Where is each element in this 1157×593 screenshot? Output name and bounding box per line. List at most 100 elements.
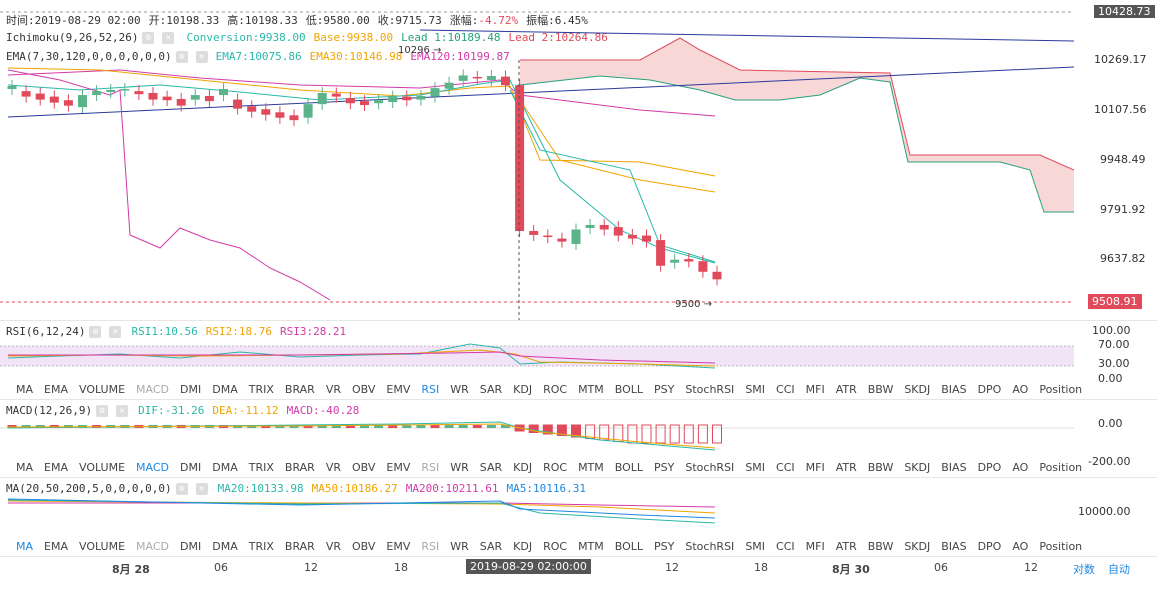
tab-emv[interactable]: EMV bbox=[386, 383, 410, 396]
tab-macd[interactable]: MACD bbox=[136, 540, 169, 553]
tab-bbw[interactable]: BBW bbox=[868, 461, 894, 474]
tab-trix[interactable]: TRIX bbox=[249, 540, 274, 553]
tab-ema[interactable]: EMA bbox=[44, 461, 68, 474]
tab-rsi[interactable]: RSI bbox=[421, 383, 439, 396]
tab-psy[interactable]: PSY bbox=[654, 383, 674, 396]
tab-boll[interactable]: BOLL bbox=[615, 461, 643, 474]
tab-bbw[interactable]: BBW bbox=[868, 383, 894, 396]
tab-roc[interactable]: ROC bbox=[543, 383, 567, 396]
tab-emv[interactable]: EMV bbox=[386, 540, 410, 553]
tab-atr[interactable]: ATR bbox=[836, 540, 857, 553]
tab-kdj[interactable]: KDJ bbox=[513, 461, 532, 474]
auto-scale-button[interactable]: 自动 bbox=[1108, 561, 1130, 577]
tab-roc[interactable]: ROC bbox=[543, 461, 567, 474]
macd-chart[interactable] bbox=[0, 418, 1074, 458]
tab-smi[interactable]: SMI bbox=[745, 461, 765, 474]
tab-mtm[interactable]: MTM bbox=[578, 383, 604, 396]
tab-trix[interactable]: TRIX bbox=[249, 383, 274, 396]
tab-mfi[interactable]: MFI bbox=[806, 383, 825, 396]
tab-obv[interactable]: OBV bbox=[352, 461, 375, 474]
tab-dpo[interactable]: DPO bbox=[978, 461, 1002, 474]
close-icon[interactable]: ✕ bbox=[116, 404, 129, 417]
tab-atr[interactable]: ATR bbox=[836, 383, 857, 396]
settings-icon[interactable]: ⚙ bbox=[96, 404, 109, 417]
tab-ema[interactable]: EMA bbox=[44, 383, 68, 396]
tab-obv[interactable]: OBV bbox=[352, 540, 375, 553]
tab-sar[interactable]: SAR bbox=[480, 461, 502, 474]
tab-vr[interactable]: VR bbox=[326, 461, 341, 474]
tab-stochrsi[interactable]: StochRSI bbox=[685, 461, 734, 474]
tab-volume[interactable]: VOLUME bbox=[79, 383, 125, 396]
tab-dma[interactable]: DMA bbox=[212, 383, 238, 396]
tab-skdj[interactable]: SKDJ bbox=[904, 383, 930, 396]
tab-mfi[interactable]: MFI bbox=[806, 540, 825, 553]
tab-dmi[interactable]: DMI bbox=[180, 540, 201, 553]
tab-cci[interactable]: CCI bbox=[776, 383, 795, 396]
tab-stochrsi[interactable]: StochRSI bbox=[685, 540, 734, 553]
tab-ao[interactable]: AO bbox=[1012, 461, 1028, 474]
settings-icon[interactable]: ⚙ bbox=[89, 325, 102, 338]
tab-position[interactable]: Position bbox=[1039, 461, 1082, 474]
ma-chart[interactable] bbox=[0, 495, 1074, 535]
candlesticks[interactable] bbox=[7, 69, 722, 286]
tab-brar[interactable]: BRAR bbox=[285, 461, 315, 474]
tab-dma[interactable]: DMA bbox=[212, 540, 238, 553]
tab-ema[interactable]: EMA bbox=[44, 540, 68, 553]
tab-mtm[interactable]: MTM bbox=[578, 540, 604, 553]
tab-skdj[interactable]: SKDJ bbox=[904, 540, 930, 553]
tab-bbw[interactable]: BBW bbox=[868, 540, 894, 553]
tab-dmi[interactable]: DMI bbox=[180, 461, 201, 474]
tab-boll[interactable]: BOLL bbox=[615, 540, 643, 553]
tab-vr[interactable]: VR bbox=[326, 540, 341, 553]
tab-obv[interactable]: OBV bbox=[352, 383, 375, 396]
tab-emv[interactable]: EMV bbox=[386, 461, 410, 474]
tab-position[interactable]: Position bbox=[1039, 540, 1082, 553]
tab-rsi[interactable]: RSI bbox=[421, 540, 439, 553]
tab-brar[interactable]: BRAR bbox=[285, 540, 315, 553]
tab-dpo[interactable]: DPO bbox=[978, 540, 1002, 553]
tab-psy[interactable]: PSY bbox=[654, 540, 674, 553]
close-icon[interactable]: ✕ bbox=[195, 482, 208, 495]
tab-macd[interactable]: MACD bbox=[136, 383, 169, 396]
tab-stochrsi[interactable]: StochRSI bbox=[685, 383, 734, 396]
tab-trix[interactable]: TRIX bbox=[249, 461, 274, 474]
tab-bias[interactable]: BIAS bbox=[941, 383, 966, 396]
tab-dmi[interactable]: DMI bbox=[180, 383, 201, 396]
tab-kdj[interactable]: KDJ bbox=[513, 383, 532, 396]
log-scale-button[interactable]: 对数 bbox=[1073, 561, 1095, 577]
tab-ao[interactable]: AO bbox=[1012, 383, 1028, 396]
tab-ma[interactable]: MA bbox=[16, 540, 33, 553]
tab-dma[interactable]: DMA bbox=[212, 461, 238, 474]
tab-boll[interactable]: BOLL bbox=[615, 383, 643, 396]
tab-smi[interactable]: SMI bbox=[745, 383, 765, 396]
tab-wr[interactable]: WR bbox=[450, 383, 469, 396]
rsi-chart[interactable] bbox=[0, 340, 1074, 375]
tab-brar[interactable]: BRAR bbox=[285, 383, 315, 396]
tab-mtm[interactable]: MTM bbox=[578, 461, 604, 474]
tab-smi[interactable]: SMI bbox=[745, 540, 765, 553]
tab-roc[interactable]: ROC bbox=[543, 540, 567, 553]
tab-cci[interactable]: CCI bbox=[776, 540, 795, 553]
tab-volume[interactable]: VOLUME bbox=[79, 461, 125, 474]
tab-skdj[interactable]: SKDJ bbox=[904, 461, 930, 474]
tab-macd[interactable]: MACD bbox=[136, 461, 169, 474]
tab-bias[interactable]: BIAS bbox=[941, 540, 966, 553]
tab-mfi[interactable]: MFI bbox=[806, 461, 825, 474]
settings-icon[interactable]: ⚙ bbox=[175, 482, 188, 495]
close-icon[interactable]: ✕ bbox=[109, 325, 122, 338]
tab-ma[interactable]: MA bbox=[16, 461, 33, 474]
main-price-chart[interactable] bbox=[0, 0, 1074, 320]
tab-psy[interactable]: PSY bbox=[654, 461, 674, 474]
tab-vr[interactable]: VR bbox=[326, 383, 341, 396]
tab-dpo[interactable]: DPO bbox=[978, 383, 1002, 396]
tab-ao[interactable]: AO bbox=[1012, 540, 1028, 553]
tab-volume[interactable]: VOLUME bbox=[79, 540, 125, 553]
tab-wr[interactable]: WR bbox=[450, 540, 469, 553]
tab-rsi[interactable]: RSI bbox=[421, 461, 439, 474]
tab-bias[interactable]: BIAS bbox=[941, 461, 966, 474]
tab-position[interactable]: Position bbox=[1039, 383, 1082, 396]
tab-ma[interactable]: MA bbox=[16, 383, 33, 396]
tab-atr[interactable]: ATR bbox=[836, 461, 857, 474]
tab-sar[interactable]: SAR bbox=[480, 383, 502, 396]
tab-cci[interactable]: CCI bbox=[776, 461, 795, 474]
